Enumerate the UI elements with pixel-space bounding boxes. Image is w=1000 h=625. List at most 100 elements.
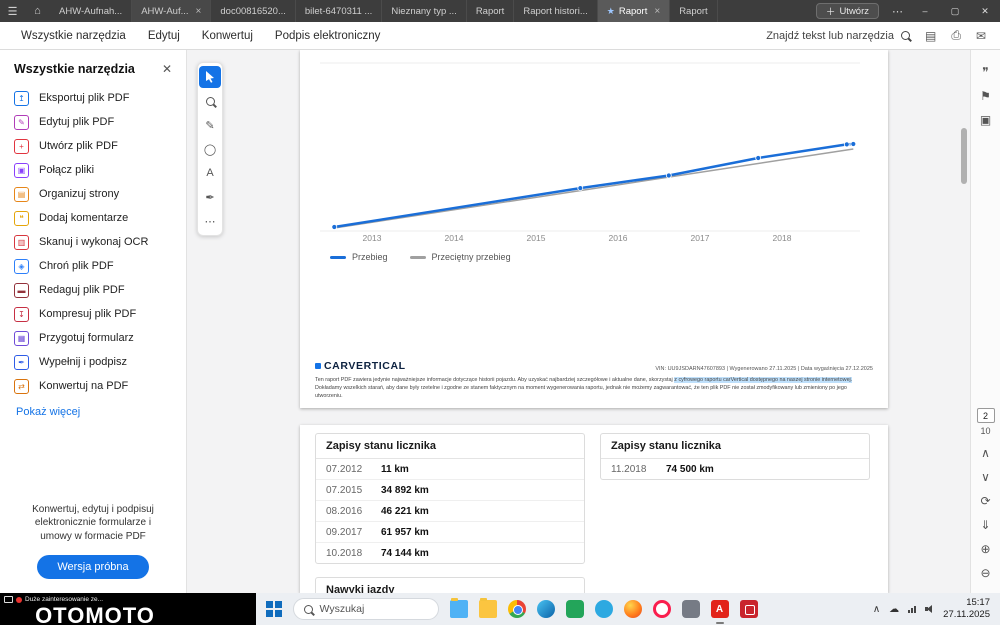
document-scrollbar[interactable] [960, 50, 967, 593]
tool-prepare-form[interactable]: ▦ Przygotuj formularz [0, 326, 186, 350]
show-more-link[interactable]: Pokaż więcej [0, 398, 186, 426]
trial-button[interactable]: Wersja próbna [37, 555, 149, 579]
document-tab[interactable]: AHW-Aufnah... [50, 0, 133, 22]
minimize-button[interactable]: – [910, 0, 940, 22]
document-tab[interactable]: AHW-Auf... × [132, 0, 212, 22]
zoom-tool[interactable] [199, 90, 221, 112]
mileage-line [333, 142, 855, 229]
loupe-icon [205, 96, 215, 106]
menu-convert[interactable]: Konwertuj [191, 30, 264, 42]
star-icon[interactable]: ★ [607, 6, 615, 17]
previous-page-icon[interactable]: ∧ [975, 441, 997, 465]
acrobat-icon[interactable] [710, 600, 729, 624]
hidden-icons-chevron[interactable]: ∧ [873, 604, 880, 615]
zoom-in-icon[interactable]: ⊕ [975, 537, 997, 561]
taskbar-search[interactable]: Wyszukaj [292, 598, 439, 620]
document-tab[interactable]: Raport [467, 0, 515, 22]
tool-add-comments[interactable]: ❝ Dodaj komentarze [0, 206, 186, 230]
next-page-icon[interactable]: ∨ [975, 465, 997, 489]
tool-scan-ocr[interactable]: ▥ Skanuj i wykonaj OCR [0, 230, 186, 254]
tab-label: Raport [679, 5, 708, 17]
otomoto-logo: OTOMOTO [35, 603, 155, 625]
document-tab[interactable]: Raport histori... [514, 0, 598, 22]
close-tab-icon[interactable]: × [196, 6, 202, 17]
chrome-icon[interactable] [507, 600, 526, 618]
taskbar-clock[interactable]: 15:17 27.11.2025 [943, 597, 990, 621]
scan-ocr-icon: ▥ [14, 234, 29, 250]
tool-protect-pdf[interactable]: ◈ Chroń plik PDF [0, 254, 186, 278]
create-button[interactable]: ＋ Utwórz [815, 3, 879, 19]
pdf-page-2: Zapisy stanu licznika 07.2012 11 km 07.20… [300, 425, 888, 593]
gray-app-icon[interactable] [681, 600, 700, 618]
tool-convert-to-pdf[interactable]: ⇄ Konwertuj na PDF [0, 374, 186, 398]
lasso-tool[interactable]: ◯ [199, 138, 221, 160]
print-icon[interactable]: ⎙ [951, 28, 961, 43]
download-icon[interactable]: ⇓ [975, 513, 997, 537]
all-tools-panel: Wszystkie narzędzia ✕ ↥ Eksportuj plik PD… [0, 50, 187, 593]
document-tab-active[interactable]: ★ Raport × [597, 0, 671, 22]
green-app-icon[interactable] [565, 600, 584, 618]
tab-label: Raport histori... [523, 5, 588, 17]
menu-esign[interactable]: Podpis elektroniczny [264, 30, 391, 42]
start-button[interactable] [266, 601, 282, 617]
page-view-icon[interactable]: ▤ [925, 29, 936, 43]
document-tab[interactable]: Raport [670, 0, 718, 22]
close-button[interactable]: ✕ [970, 0, 1000, 22]
tool-label: Organizuj strony [39, 188, 120, 200]
hamburger-menu-icon[interactable]: ☰ [0, 0, 25, 22]
draw-tool[interactable]: ✎ [199, 114, 221, 136]
tool-fill-sign[interactable]: ✒ Wypełnij i podpisz [0, 350, 186, 374]
firefox-icon[interactable] [623, 600, 642, 618]
cursor-icon [206, 71, 214, 83]
document-tab[interactable]: doc00816520... [211, 0, 296, 22]
table-title: Zapisy stanu licznika [601, 434, 869, 459]
email-icon[interactable]: ✉ [976, 29, 986, 43]
document-tab[interactable]: Nieznany typ ... [382, 0, 467, 22]
close-tab-icon[interactable]: × [654, 6, 660, 17]
more-tools[interactable]: ⋯ [199, 210, 221, 232]
tool-create-pdf[interactable]: + Utwórz plik PDF [0, 134, 186, 158]
network-icon[interactable] [908, 605, 917, 613]
menu-edit[interactable]: Edytuj [137, 30, 191, 42]
edge-icon[interactable] [536, 600, 555, 618]
menu-all-tools[interactable]: Wszystkie narzędzia [10, 30, 137, 42]
volume-icon[interactable] [925, 605, 934, 613]
carvertical-logo-mark [315, 363, 321, 369]
tool-compress-pdf[interactable]: ↧ Kompresuj plik PDF [0, 302, 186, 326]
scrollbar-thumb[interactable] [961, 128, 967, 184]
cloud-icon[interactable]: ☁ [889, 604, 899, 615]
pdf-page-1: 2013 2014 2015 2016 2017 2018 Przebieg P… [300, 50, 888, 408]
messenger-icon[interactable] [594, 600, 613, 618]
folder-icon[interactable] [478, 598, 497, 618]
refresh-icon[interactable]: ⟳ [975, 489, 997, 513]
current-page-box[interactable]: 2 [976, 408, 995, 423]
tool-organize-pages[interactable]: ▤ Organizuj strony [0, 182, 186, 206]
close-panel-icon[interactable]: ✕ [162, 62, 172, 76]
overflow-menu-icon[interactable]: ⋯ [885, 0, 910, 22]
bookmark-icon[interactable]: ⚑ [975, 84, 997, 108]
tool-redact-pdf[interactable]: ▬ Redaguj plik PDF [0, 278, 186, 302]
report-meta: VIN: UU9JSDARN47607893 | Wygenerowano 27… [655, 366, 873, 372]
main-area: Wszystkie narzędzia ✕ ↥ Eksportuj plik PD… [0, 50, 1000, 593]
home-icon[interactable]: ⌂ [25, 0, 50, 22]
comments-icon[interactable]: ❞ [975, 60, 997, 84]
opera-icon[interactable] [652, 600, 671, 618]
maximize-button[interactable]: ▢ [940, 0, 970, 22]
find-tools-search[interactable]: Znajdź tekst lub narzędzia [766, 30, 910, 42]
record-date: 11.2018 [611, 463, 647, 475]
tool-export-pdf[interactable]: ↥ Eksportuj plik PDF [0, 86, 186, 110]
tool-edit-pdf[interactable]: ✎ Edytuj plik PDF [0, 110, 186, 134]
document-tab[interactable]: bilet-6470311 ... [296, 0, 383, 22]
copy-pages-icon[interactable]: ▣ [975, 108, 997, 132]
edit-pdf-icon: ✎ [14, 114, 29, 130]
select-tool[interactable] [199, 66, 221, 88]
sign-tool[interactable]: ✒ [199, 186, 221, 208]
file-explorer-icon[interactable] [449, 598, 468, 618]
desktop-screen: ☰ ⌂ AHW-Aufnah... AHW-Auf... × doc0081652… [0, 0, 1000, 625]
x-axis-tick: 2014 [444, 233, 464, 243]
zoom-out-icon[interactable]: ⊖ [975, 561, 997, 585]
add-text-tool[interactable]: A [199, 162, 221, 184]
tool-combine-files[interactable]: ▣ Połącz pliki [0, 158, 186, 182]
combine-files-icon: ▣ [14, 162, 29, 178]
adobe-app-icon[interactable] [739, 600, 758, 618]
